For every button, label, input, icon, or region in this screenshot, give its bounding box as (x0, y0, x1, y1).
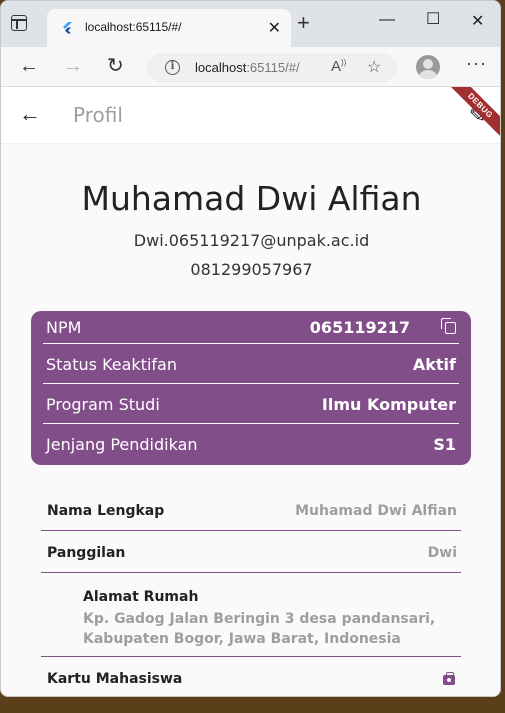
arrow-back-icon[interactable]: ← (19, 102, 41, 126)
full-name-row: Nama Lengkap Muhamad Dwi Alfian (41, 495, 461, 531)
badge-icon[interactable] (443, 672, 455, 685)
nickname-value: Dwi (427, 545, 457, 561)
tab-title: localhost:65115/#/ (85, 20, 182, 34)
profile-phone: 081299057967 (190, 260, 313, 279)
card-divider (43, 383, 459, 384)
program-value: Ilmu Komputer (321, 395, 456, 414)
profile-avatar[interactable] (416, 55, 440, 79)
browser-tab[interactable]: localhost:65115/#/ ✕ (47, 9, 291, 47)
page-title: Profil (73, 103, 123, 127)
profile-email: Dwi.065119217@unpak.ac.id (133, 231, 370, 250)
level-value: S1 (433, 435, 456, 454)
full-name-label: Nama Lengkap (47, 503, 165, 519)
maximize-icon[interactable]: ☐ (426, 9, 440, 29)
address-bar: ← → ↻ i localhost:65115/#/ A)) ☆ ··· (1, 47, 500, 87)
tab-actions-icon[interactable] (11, 15, 27, 31)
status-label: Status Keaktifan (46, 355, 177, 374)
nickname-label: Panggilan (47, 545, 126, 561)
status-value: Aktif (412, 355, 456, 374)
add-favorite-icon[interactable]: ☆ (367, 57, 381, 77)
info-icon[interactable]: i (165, 60, 180, 75)
browser-window: localhost:65115/#/ ✕ + — ☐ ✕ ← → ↻ i loc… (0, 0, 501, 697)
status-row: Status Keaktifan Aktif (46, 349, 456, 381)
npm-value: 065119217 (309, 318, 410, 337)
url-field[interactable]: i localhost:65115/#/ A)) ☆ (147, 53, 397, 83)
npm-row: NPM 065119217 (46, 312, 456, 344)
url-text[interactable]: localhost:65115/#/ (195, 60, 300, 75)
student-card-row[interactable]: Kartu Mahasiswa (41, 663, 461, 696)
minimize-icon[interactable]: — (379, 11, 395, 29)
address-label: Alamat Rumah (83, 589, 199, 605)
student-card-label: Kartu Mahasiswa (47, 671, 183, 687)
tab-bar: localhost:65115/#/ ✕ + — ☐ ✕ (1, 1, 500, 47)
program-label: Program Studi (46, 395, 160, 414)
academic-card: NPM 065119217 Status Keaktifan Aktif Pro… (31, 311, 471, 465)
app-bar: ← Profil ✎ DEBUG (1, 87, 500, 144)
copy-icon[interactable] (441, 318, 456, 334)
level-label: Jenjang Pendidikan (46, 435, 198, 454)
refresh-icon[interactable]: ↻ (107, 55, 124, 77)
plus-icon[interactable]: + (297, 12, 310, 34)
forward-icon[interactable]: → (63, 55, 83, 77)
flutter-favicon-icon (63, 22, 72, 34)
close-window-icon[interactable]: ✕ (471, 11, 484, 31)
level-row: Jenjang Pendidikan S1 (46, 429, 456, 461)
more-icon[interactable]: ··· (466, 53, 487, 74)
profile-name: Muhamad Dwi Alfian (81, 179, 422, 218)
full-name-value: Muhamad Dwi Alfian (295, 503, 457, 519)
address-value: Kp. Gadog Jalan Beringin 3 desa pandansa… (83, 611, 436, 647)
app-viewport: ← Profil ✎ DEBUG Muhamad Dwi Alfian Dwi.… (1, 87, 500, 696)
close-tab-icon[interactable]: ✕ (268, 18, 281, 38)
card-divider (43, 423, 459, 424)
program-row: Program Studi Ilmu Komputer (46, 389, 456, 421)
npm-label: NPM (46, 318, 82, 337)
card-divider (43, 343, 459, 344)
nickname-row: Panggilan Dwi (41, 537, 461, 573)
address-row: Alamat Rumah Kp. Gadog Jalan Beringin 3 … (41, 583, 461, 657)
read-aloud-icon[interactable]: A)) (331, 58, 346, 75)
back-icon[interactable]: ← (19, 55, 39, 77)
